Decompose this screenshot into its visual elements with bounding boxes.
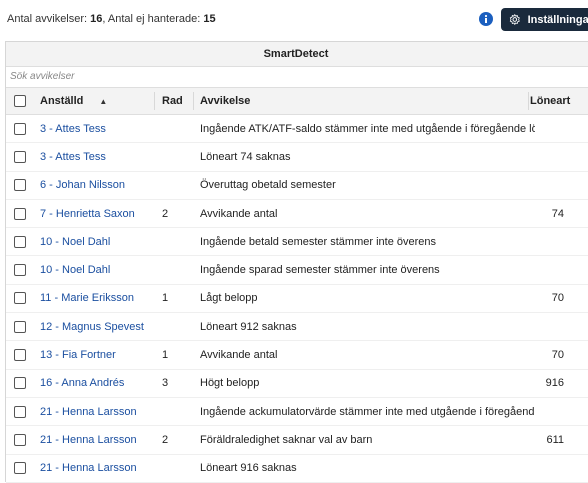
row-number — [162, 115, 192, 142]
column-divider[interactable] — [154, 92, 155, 110]
column-header-row[interactable]: Rad — [162, 88, 192, 114]
search-bar — [6, 67, 588, 88]
table-row[interactable]: 13 - Fia Fortner 1 Avvikande antal 70 — [6, 341, 588, 370]
row-checkbox[interactable] — [14, 377, 26, 390]
row-checkbox[interactable] — [14, 122, 26, 135]
row-checkbox[interactable] — [14, 433, 26, 446]
deviation-text: Ingående ackumulatorvärde stämmer inte m… — [200, 405, 535, 418]
row-checkbox[interactable] — [14, 405, 26, 418]
table-row[interactable]: 12 - Magnus Spevest Löneart 912 saknas — [6, 313, 588, 342]
settings-button-label: Inställningar — [527, 13, 588, 26]
row-number — [162, 398, 192, 425]
table-body: 3 - Attes Tess Ingående ATK/ATF-saldo stä… — [6, 115, 588, 483]
deviation-count-value: 16 — [90, 13, 103, 25]
deviation-summary: Antal avvikelser: 16, Antal ej hanterade… — [7, 13, 216, 25]
table-row[interactable]: 3 - Attes Tess Ingående ATK/ATF-saldo stä… — [6, 115, 588, 144]
deviation-count-label: Antal avvikelser: — [7, 13, 88, 25]
table-row[interactable]: 11 - Marie Eriksson 1 Lågt belopp 70 — [6, 285, 588, 314]
row-number — [162, 143, 192, 170]
row-checkbox[interactable] — [14, 320, 26, 333]
deviation-text: Avvikande antal — [200, 207, 278, 220]
info-icon[interactable] — [479, 12, 493, 26]
row-number — [162, 313, 192, 340]
settings-button[interactable]: Inställningar — [501, 8, 588, 31]
row-checkbox[interactable] — [14, 264, 26, 277]
select-all-checkbox[interactable] — [14, 95, 26, 107]
row-checkbox[interactable] — [14, 462, 26, 475]
search-input[interactable] — [6, 67, 310, 85]
column-header-wage-type[interactable]: Löneart — [530, 88, 588, 114]
table-row[interactable]: 7 - Henrietta Saxon 2 Avvikande antal 74 — [6, 200, 588, 229]
unhandled-count-value: 15 — [203, 13, 216, 25]
row-checkbox[interactable] — [14, 150, 26, 163]
column-header-deviation[interactable]: Avvikelse — [200, 88, 535, 114]
row-number — [162, 256, 192, 283]
wage-type-value: 916 — [545, 377, 564, 390]
table-row[interactable]: 21 - Henna Larsson 2 Föräldraledighet sakn… — [6, 426, 588, 455]
sort-ascending-icon: ▲ — [99, 96, 108, 106]
table-row[interactable]: 10 - Noel Dahl Ingående sparad semester s… — [6, 256, 588, 285]
table-row[interactable]: 6 - Johan Nilsson Överuttag obetald semes… — [6, 172, 588, 200]
deviation-text: Löneart 916 saknas — [200, 462, 297, 475]
row-number: 1 — [162, 349, 169, 362]
row-number — [162, 455, 192, 482]
row-number — [162, 228, 192, 255]
deviation-text: Ingående sparad semester stämmer inte öv… — [200, 264, 440, 277]
deviation-text: Avvikande antal — [200, 349, 278, 362]
row-number: 1 — [162, 292, 169, 305]
deviation-text: Föräldraledighet saknar val av barn — [200, 433, 373, 446]
deviation-text: Högt belopp — [200, 377, 260, 390]
gear-icon — [509, 13, 520, 26]
top-bar: Antal avvikelser: 16, Antal ej hanterade… — [0, 0, 588, 38]
wage-type-value: 74 — [551, 207, 564, 220]
row-checkbox[interactable] — [14, 235, 26, 248]
row-number: 2 — [162, 207, 169, 220]
row-checkbox[interactable] — [14, 349, 26, 362]
unhandled-count-label: Antal ej hanterade: — [107, 13, 201, 25]
deviation-text: Ingående ATK/ATF-saldo stämmer inte med … — [200, 122, 535, 135]
row-number — [162, 172, 192, 199]
row-number: 2 — [162, 433, 169, 446]
deviation-text: Löneart 74 saknas — [200, 150, 291, 163]
deviation-text: Löneart 912 saknas — [200, 320, 297, 333]
table-row[interactable]: 21 - Henna Larsson Ingående ackumulatorvä… — [6, 398, 588, 427]
deviation-text: Lågt belopp — [200, 292, 258, 305]
column-divider[interactable] — [193, 92, 194, 110]
deviation-text: Ingående betald semester stämmer inte öv… — [200, 235, 437, 248]
smartdetect-panel: SmartDetect Anställd ▲ Rad Avvikelse Lön… — [5, 41, 588, 483]
deviation-text: Överuttag obetald semester — [200, 179, 336, 192]
wage-type-value: 611 — [546, 433, 564, 446]
table-header: Anställd ▲ Rad Avvikelse Löneart — [6, 88, 588, 115]
row-number: 3 — [162, 377, 169, 390]
table-row[interactable]: 10 - Noel Dahl Ingående betald semester s… — [6, 228, 588, 257]
table-row[interactable]: 3 - Attes Tess Löneart 74 saknas — [6, 143, 588, 172]
row-checkbox[interactable] — [14, 292, 26, 305]
column-divider[interactable] — [528, 92, 529, 110]
panel-title: SmartDetect — [6, 42, 588, 67]
wage-type-value: 70 — [551, 292, 564, 305]
row-checkbox[interactable] — [14, 207, 26, 220]
row-checkbox[interactable] — [14, 179, 26, 192]
wage-type-value: 70 — [551, 349, 564, 362]
table-row[interactable]: 16 - Anna Andrés 3 Högt belopp 916 — [6, 370, 588, 398]
